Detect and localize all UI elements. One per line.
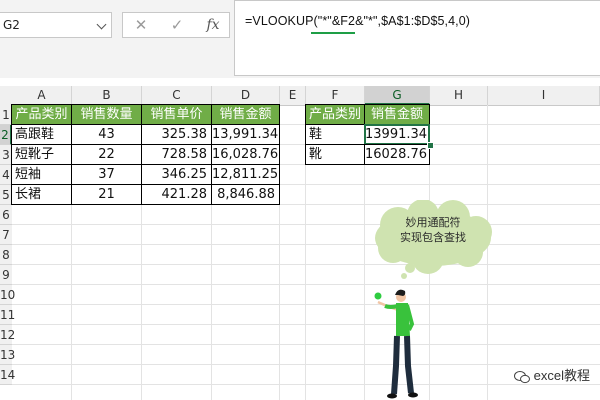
table-cell[interactable]: 鞋 xyxy=(305,124,365,145)
table-cell[interactable]: 短袖 xyxy=(11,164,72,185)
fx-icon[interactable]: fx xyxy=(195,13,231,37)
table-cell[interactable]: 短靴子 xyxy=(11,144,72,165)
grid-hline xyxy=(12,244,600,245)
row-header-6[interactable]: 6 xyxy=(0,205,12,225)
table-cell[interactable]: 长裙 xyxy=(11,184,72,205)
column-header-F[interactable]: F xyxy=(306,86,365,105)
person-illustration xyxy=(374,289,418,399)
formula-highlight-underline xyxy=(311,32,355,34)
grid-hline xyxy=(12,384,600,385)
table-cell[interactable]: 靴 xyxy=(305,144,365,165)
header-cell[interactable]: 销售金额 xyxy=(364,104,430,125)
header-cell[interactable]: 销售数量 xyxy=(71,104,142,125)
watermark-text: excel教程 xyxy=(533,368,590,383)
name-box-value: G2 xyxy=(3,18,20,32)
row-header-13[interactable]: 13 xyxy=(0,345,15,365)
column-header-B[interactable]: B xyxy=(72,86,142,105)
callout-line-2: 实现包含查找 xyxy=(400,231,466,244)
formula-buttons: ✕ ✓ fx xyxy=(122,12,230,38)
wechat-icon xyxy=(513,370,530,383)
callout-line-1: 妙用通配符 xyxy=(405,216,461,229)
column-header-A[interactable]: A xyxy=(12,86,72,105)
column-header-E[interactable]: E xyxy=(280,86,306,105)
grid-hline xyxy=(12,224,600,225)
row-header-11[interactable]: 11 xyxy=(0,305,15,325)
table-cell[interactable]: 21 xyxy=(71,184,142,205)
grid-hline xyxy=(12,364,600,365)
grid-hline xyxy=(12,344,600,345)
row-header-14[interactable]: 14 xyxy=(0,365,15,385)
table-cell[interactable]: 43 xyxy=(71,124,142,145)
selected-cell[interactable]: 13991.34 xyxy=(364,124,430,145)
table-cell[interactable]: 8,846.88 xyxy=(211,184,280,205)
row-header-9[interactable]: 9 xyxy=(0,265,12,285)
row-header-12[interactable]: 12 xyxy=(0,325,15,345)
header-cell[interactable]: 销售金额 xyxy=(211,104,280,125)
column-header-D[interactable]: D xyxy=(212,86,280,105)
row-header-7[interactable]: 7 xyxy=(0,225,12,245)
formula-input[interactable]: =VLOOKUP("*"&F2&"*",$A$1:$D$5,4,0) xyxy=(234,0,600,76)
fill-handle[interactable] xyxy=(427,142,434,149)
column-header-H[interactable]: H xyxy=(430,86,488,105)
table-cell[interactable]: 16028.76 xyxy=(364,144,430,165)
watermark: excel教程 xyxy=(513,365,590,384)
table-cell[interactable]: 346.25 xyxy=(141,164,212,185)
table-cell[interactable]: 12,811.25 xyxy=(211,164,280,185)
header-cell[interactable]: 产品类别 xyxy=(305,104,365,125)
callout-text: 妙用通配符 实现包含查找 xyxy=(368,215,498,245)
table-cell[interactable]: 高跟鞋 xyxy=(11,124,72,145)
column-header-G[interactable]: G xyxy=(365,86,430,105)
check-icon[interactable]: ✓ xyxy=(159,13,195,37)
table-cell[interactable]: 16,028.76 xyxy=(211,144,280,165)
grid-hline xyxy=(12,304,600,305)
formula-text: =VLOOKUP("*"&F2&"*",$A$1:$D$5,4,0) xyxy=(245,14,471,28)
name-box[interactable]: G2 xyxy=(0,12,112,38)
table-cell[interactable]: 421.28 xyxy=(141,184,212,205)
table-cell[interactable]: 728.58 xyxy=(141,144,212,165)
grid-hline xyxy=(12,284,600,285)
grid-hline xyxy=(12,324,600,325)
table-cell[interactable]: 22 xyxy=(71,144,142,165)
table-cell[interactable]: 325.38 xyxy=(141,124,212,145)
row-header-8[interactable]: 8 xyxy=(0,245,12,265)
header-cell[interactable]: 销售单价 xyxy=(141,104,212,125)
grid-hline xyxy=(12,264,600,265)
chevron-down-icon[interactable] xyxy=(96,19,107,30)
x-icon[interactable]: ✕ xyxy=(123,13,159,37)
table-cell[interactable]: 13,991.34 xyxy=(211,124,280,145)
row-header-10[interactable]: 10 xyxy=(0,285,15,305)
table-cell[interactable]: 37 xyxy=(71,164,142,185)
column-header-I[interactable]: I xyxy=(488,86,600,105)
column-header-C[interactable]: C xyxy=(142,86,212,105)
header-cell[interactable]: 产品类别 xyxy=(11,104,72,125)
